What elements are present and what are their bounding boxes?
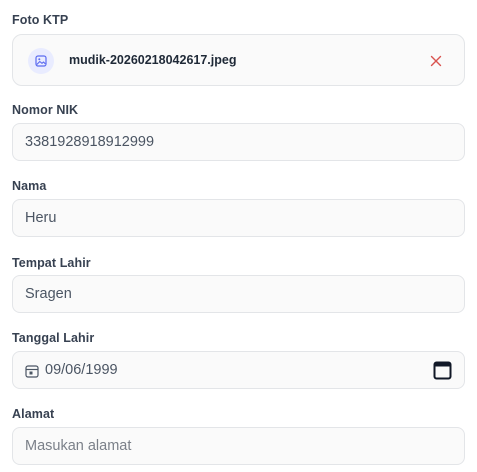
close-icon (430, 55, 442, 67)
nama-input[interactable]: Heru (12, 199, 465, 237)
remove-file-button[interactable] (426, 51, 446, 71)
tempat-lahir-value: Sragen (25, 286, 72, 302)
alamat-label: Alamat (12, 407, 55, 421)
nik-input[interactable]: 3381928918912999 (12, 123, 465, 161)
calendar-icon[interactable] (433, 361, 452, 380)
foto-ktp-file-card: mudik-20260218042617.jpeg (12, 34, 465, 86)
tanggal-lahir-value: 09/06/1999 (45, 362, 118, 378)
nik-value: 3381928918912999 (25, 134, 155, 150)
alamat-placeholder: Masukan alamat (25, 438, 132, 454)
alamat-input[interactable]: Masukan alamat (12, 427, 465, 465)
calendar-small-icon (25, 365, 39, 378)
tempat-lahir-input[interactable]: Sragen (12, 275, 465, 313)
tempat-lahir-label: Tempat Lahir (12, 256, 91, 270)
tanggal-lahir-input[interactable]: 09/06/1999 (12, 351, 465, 389)
foto-ktp-label: Foto KTP (12, 13, 69, 27)
nama-label: Nama (12, 179, 47, 193)
tanggal-lahir-label: Tanggal Lahir (12, 331, 95, 345)
nik-label: Nomor NIK (12, 103, 79, 117)
image-icon (28, 48, 54, 74)
nama-value: Heru (25, 210, 57, 226)
foto-ktp-file-name: mudik-20260218042617.jpeg (69, 53, 237, 67)
